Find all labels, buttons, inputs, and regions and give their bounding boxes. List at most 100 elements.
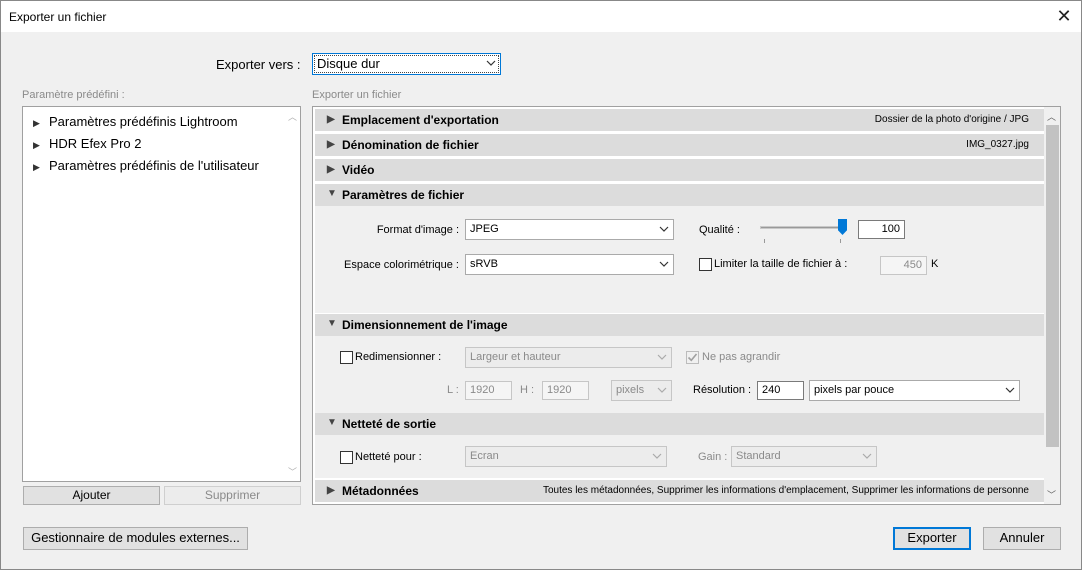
section-file-naming[interactable]: ▶ Dénomination de fichier IMG_0327.jpg: [315, 134, 1044, 156]
collapsed-triangle-icon: ▶: [327, 164, 335, 175]
height-label: H :: [520, 384, 535, 396]
section-title: Emplacement d'exportation: [342, 113, 499, 127]
section-title: Dimensionnement de l'image: [342, 318, 508, 332]
chevron-down-icon: [485, 57, 497, 69]
amount-select[interactable]: Standard: [731, 446, 877, 467]
limit-size-unit: K: [931, 258, 939, 270]
window-title: Exporter un fichier: [9, 10, 107, 24]
resize-mode-select[interactable]: Largeur et hauteur: [465, 347, 672, 368]
section-image-sizing[interactable]: ▼ Dimensionnement de l'image: [315, 314, 1044, 336]
height-input[interactable]: 1920: [542, 381, 589, 400]
chevron-down-icon: [651, 450, 663, 462]
resolution-unit-value: pixels par pouce: [814, 384, 895, 396]
width-input[interactable]: 1920: [465, 381, 512, 400]
scroll-up-icon[interactable]: ︿: [1047, 110, 1056, 123]
chevron-down-icon: [861, 450, 873, 462]
resolution-label: Résolution :: [693, 384, 752, 396]
unit-value: pixels: [616, 384, 645, 396]
colorspace-select[interactable]: sRVB: [465, 254, 674, 275]
section-export-location[interactable]: ▶ Emplacement d'exportation Dossier de l…: [315, 109, 1044, 131]
add-preset-button[interactable]: Ajouter: [23, 486, 160, 505]
export-to-label: Exporter vers :: [216, 57, 301, 72]
scroll-down-icon[interactable]: ﹀: [288, 465, 297, 478]
close-icon: ✕: [1056, 6, 1072, 26]
image-format-select[interactable]: JPEG: [465, 219, 674, 240]
preset-list[interactable]: ▶ Paramètres prédéfinis Lightroom ▶ HDR Ef…: [22, 106, 301, 482]
preset-group-label: Paramètres prédéfinis de l'utilisateur: [49, 158, 259, 173]
quality-slider-thumb[interactable]: [838, 219, 847, 235]
section-title: Vidéo: [342, 163, 375, 177]
sharpen-for-select[interactable]: Ecran: [465, 446, 667, 467]
sharpen-checkbox[interactable]: [340, 451, 353, 464]
section-title: Métadonnées: [342, 484, 419, 498]
section-file-settings[interactable]: ▼ Paramètres de fichier: [315, 184, 1044, 206]
expand-triangle-icon[interactable]: ▶: [33, 118, 49, 129]
image-sizing-body: Redimensionner : Largeur et hauteur Ne p…: [315, 336, 1044, 413]
collapsed-triangle-icon: ▶: [327, 485, 335, 496]
export-to-value: Disque dur: [317, 56, 380, 71]
quality-input[interactable]: 100: [858, 220, 905, 239]
preset-group-lightroom[interactable]: ▶ Paramètres prédéfinis Lightroom: [33, 114, 238, 129]
section-metadata[interactable]: ▶ Métadonnées Toutes les métadonnées, Su…: [315, 480, 1044, 502]
scroll-down-icon[interactable]: ﹀: [1047, 488, 1056, 501]
cancel-button[interactable]: Annuler: [983, 527, 1061, 550]
expand-triangle-icon[interactable]: ▶: [33, 140, 49, 151]
sharpen-label: Netteté pour :: [355, 451, 422, 463]
dont-enlarge-label: Ne pas agrandir: [702, 351, 781, 363]
unit-select[interactable]: pixels: [611, 380, 672, 401]
section-summary: IMG_0327.jpg: [966, 139, 1029, 150]
section-title: Paramètres de fichier: [342, 188, 465, 202]
expand-triangle-icon[interactable]: ▶: [33, 162, 49, 173]
panel-label: Exporter un fichier: [312, 89, 402, 101]
dont-enlarge-checkbox[interactable]: [686, 351, 699, 364]
preset-group-label: HDR Efex Pro 2: [49, 136, 142, 151]
colorspace-label: Espace colorimétrique :: [344, 259, 459, 271]
quality-label: Qualité :: [699, 224, 740, 236]
collapsed-triangle-icon: ▶: [327, 114, 335, 125]
export-button[interactable]: Exporter: [893, 527, 971, 550]
chevron-down-icon: [656, 351, 668, 363]
section-title: Dénomination de fichier: [342, 138, 479, 152]
scroll-up-icon[interactable]: ︿: [288, 110, 297, 123]
export-to-select[interactable]: Disque dur: [312, 53, 501, 75]
section-output-sharpening[interactable]: ▼ Netteté de sortie: [315, 413, 1044, 435]
expanded-triangle-icon: ▼: [327, 188, 337, 199]
export-settings-panel: ▶ Emplacement d'exportation Dossier de l…: [312, 106, 1061, 505]
close-button[interactable]: ✕: [1047, 1, 1081, 32]
section-summary: Toutes les métadonnées, Supprimer les in…: [542, 485, 1029, 496]
scrollbar-thumb[interactable]: [1046, 125, 1059, 447]
amount-value: Standard: [736, 450, 781, 462]
chevron-down-icon: [658, 223, 670, 235]
panel-scrollbar[interactable]: ︿ ﹀: [1044, 107, 1060, 504]
amount-label: Gain :: [698, 451, 728, 463]
preset-label: Paramètre prédéfini :: [22, 89, 125, 101]
preset-scrollbar[interactable]: ︿ ﹀: [285, 107, 300, 481]
quality-slider-track[interactable]: [760, 226, 843, 229]
collapsed-triangle-icon: ▶: [327, 139, 335, 150]
limit-size-input[interactable]: 450: [880, 256, 927, 275]
remove-preset-button[interactable]: Supprimer: [164, 486, 301, 505]
image-format-label: Format d'image :: [376, 224, 459, 236]
preset-group-user[interactable]: ▶ Paramètres prédéfinis de l'utilisateur: [33, 158, 259, 173]
section-video[interactable]: ▶ Vidéo: [315, 159, 1044, 181]
output-sharpening-body: Netteté pour : Ecran Gain : Standard: [315, 435, 1044, 478]
file-settings-body: Format d'image : JPEG Qualité : 100 Espa…: [315, 206, 1044, 313]
preset-group-label: Paramètres prédéfinis Lightroom: [49, 114, 238, 129]
chevron-down-icon: [656, 384, 668, 396]
plugin-manager-button[interactable]: Gestionnaire de modules externes...: [23, 527, 248, 550]
preset-group-hdr-efex[interactable]: ▶ HDR Efex Pro 2: [33, 136, 141, 151]
chevron-down-icon: [1004, 384, 1016, 396]
export-dialog: Exporter un fichier ✕ Exporter vers : Di…: [0, 0, 1082, 570]
resize-checkbox[interactable]: [340, 351, 353, 364]
sharpen-for-value: Ecran: [470, 450, 499, 462]
expanded-triangle-icon: ▼: [327, 318, 337, 329]
resolution-input[interactable]: 240: [757, 381, 804, 400]
chevron-down-icon: [658, 258, 670, 270]
checkmark-icon: [687, 353, 698, 362]
colorspace-value: sRVB: [470, 258, 498, 270]
title-bar[interactable]: Exporter un fichier ✕: [1, 1, 1081, 32]
resolution-unit-select[interactable]: pixels par pouce: [809, 380, 1020, 401]
limit-size-checkbox[interactable]: [699, 258, 712, 271]
resize-mode-value: Largeur et hauteur: [470, 351, 561, 363]
quality-slider-fill: [761, 227, 843, 228]
